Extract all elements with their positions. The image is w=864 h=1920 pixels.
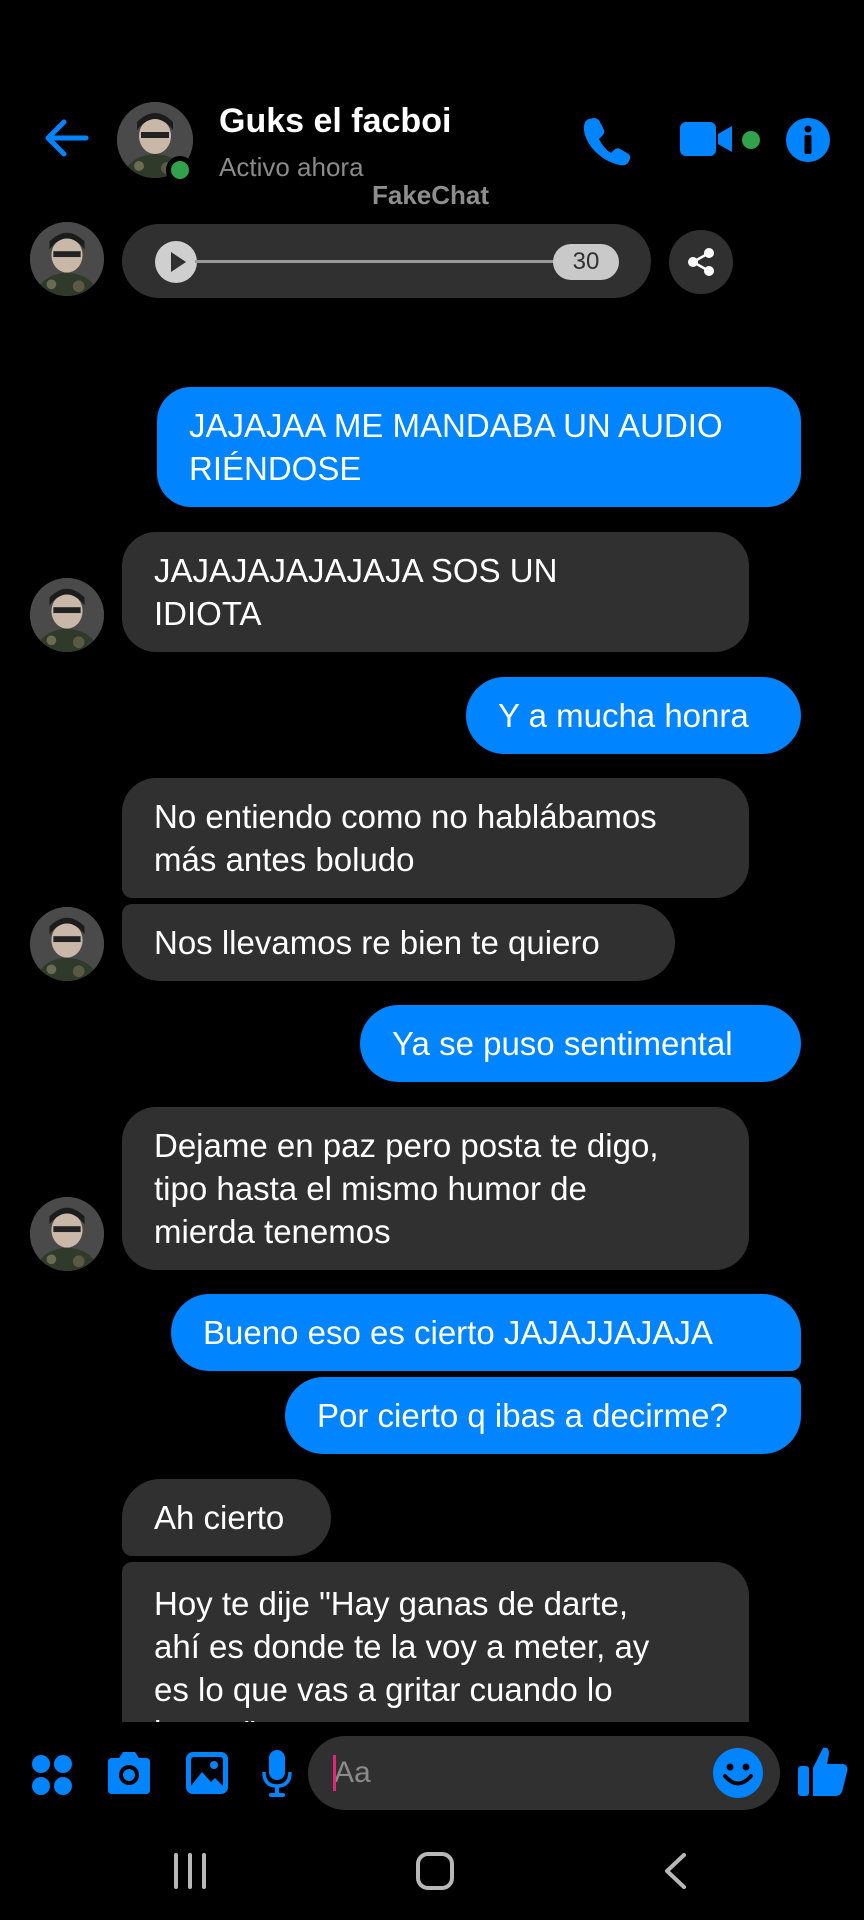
sent-message[interactable]: JAJAJAA ME MANDABA UN AUDIO RIÉNDOSE [157,387,801,507]
message-line: Dejame en paz pero posta te digo, [154,1127,659,1164]
recent-apps-icon[interactable] [174,1853,208,1889]
message-line: mierda tenemos [154,1213,391,1250]
audio-duration: 30 [553,244,619,280]
apps-menu-icon[interactable] [30,1753,74,1797]
sent-message[interactable]: Bueno eso es cierto JAJAJJAJAJA [171,1294,801,1371]
thumbs-up-icon[interactable] [797,1744,849,1798]
sent-message[interactable]: Ya se puso sentimental [360,1005,801,1082]
microphone-icon[interactable] [262,1748,292,1798]
message-line: Por cierto q ibas a decirme? [317,1397,728,1434]
play-icon[interactable] [155,241,197,283]
message-line: Ya se puso sentimental [392,1025,733,1062]
contact-avatar[interactable] [30,907,104,981]
received-message[interactable]: Hoy te dije "Hay ganas de darte, ahí es … [122,1562,749,1722]
back-icon[interactable] [662,1852,688,1890]
share-icon [688,248,714,276]
contact-avatar[interactable] [30,1197,104,1271]
camera-icon[interactable] [104,1750,154,1796]
emoji-icon[interactable] [712,1747,764,1799]
message-line: JAJAJAA ME MANDABA UN AUDIO [189,407,723,444]
contact-avatar[interactable] [30,222,104,296]
text-cursor [333,1755,336,1791]
received-message[interactable]: No entiendo como no hablábamos más antes… [122,778,749,898]
sent-message[interactable]: Y a mucha honra [466,677,801,754]
message-line: Bueno eso es cierto JAJAJJAJAJA [203,1314,713,1351]
sent-message[interactable]: Por cierto q ibas a decirme? [285,1377,801,1454]
message-line: Nos llevamos re bien te quiero [154,924,600,961]
message-line: JAJAJAJAJAJAJA SOS UN [154,552,558,589]
contact-avatar[interactable] [30,578,104,652]
message-line: RIÉNDOSE [189,450,362,487]
message-input[interactable] [308,1736,780,1810]
message-line: Hoy te dije "Hay ganas de darte, [154,1585,628,1622]
message-line: más antes boludo [154,841,415,878]
audio-progress-track[interactable] [195,260,555,263]
message-line: ahí es donde te la voy a meter, ay [154,1628,650,1665]
gallery-icon[interactable] [184,1750,230,1796]
home-icon[interactable] [416,1852,454,1890]
message-line: Y a mucha honra [498,697,749,734]
message-line: hagas" [154,1711,649,1722]
message-list[interactable]: 30 JAJAJAA ME MANDABA UN AUDIO RIÉNDOSE … [0,0,864,1722]
message-line: tipo hasta el mismo humor de [154,1170,587,1207]
share-button[interactable] [669,230,733,294]
received-message[interactable]: JAJAJAJAJAJAJA SOS UN IDIOTA [122,532,749,652]
received-message[interactable]: Ah cierto [122,1479,331,1556]
received-message[interactable]: Dejame en paz pero posta te digo, tipo h… [122,1107,749,1270]
message-line: IDIOTA [154,595,262,632]
message-line: Ah cierto [154,1499,285,1536]
received-message[interactable]: Nos llevamos re bien te quiero [122,904,675,981]
message-line: es lo que vas a gritar cuando lo [154,1671,613,1708]
message-line: No entiendo como no hablábamos [154,798,657,835]
